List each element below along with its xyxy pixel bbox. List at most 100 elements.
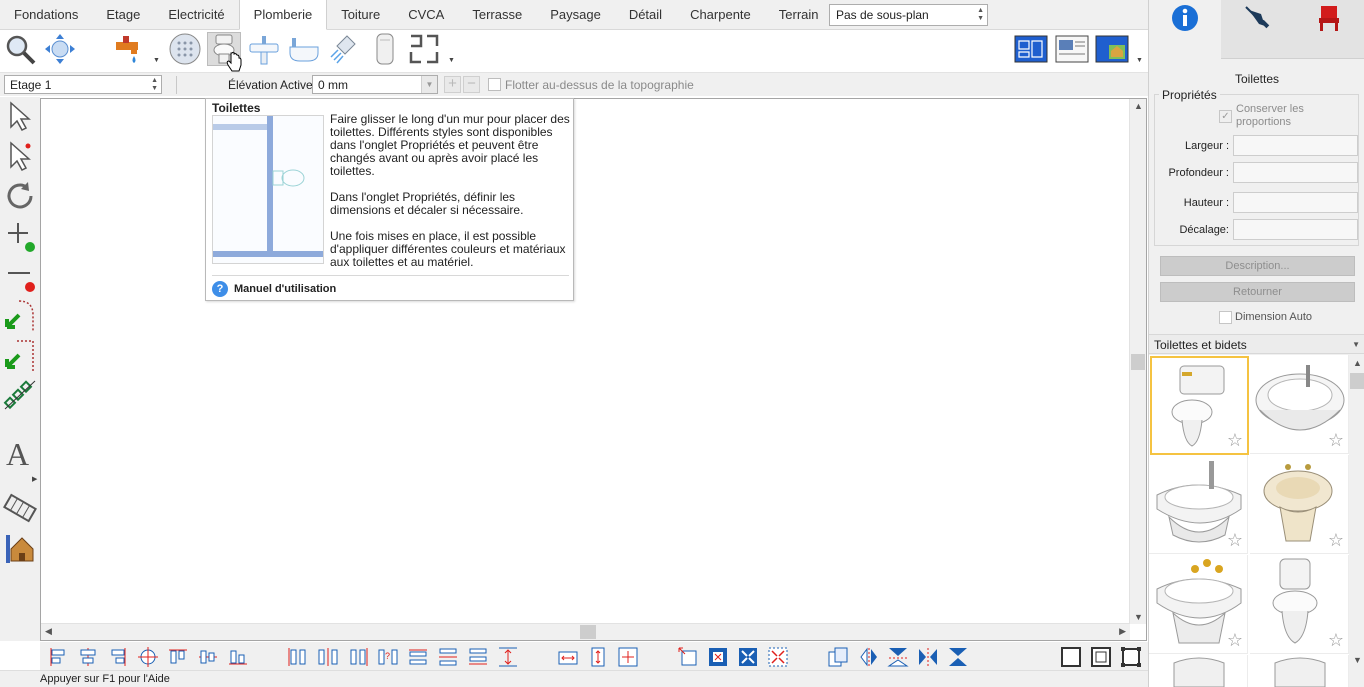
reflect-right-icon[interactable]: [917, 646, 939, 668]
view-floorplan-button[interactable]: [1014, 32, 1048, 66]
offset-field[interactable]: [1233, 219, 1358, 240]
scroll-down-icon[interactable]: ▼: [1134, 612, 1143, 622]
width-field[interactable]: [1233, 135, 1358, 156]
tab-plomberie[interactable]: Plomberie: [238, 0, 328, 30]
match-size-icon[interactable]: [617, 646, 639, 668]
fillet-tool-button[interactable]: [3, 299, 37, 333]
tab-materials[interactable]: [1221, 0, 1293, 59]
tab-electricite[interactable]: Electricité: [154, 0, 238, 29]
shrink-box-icon[interactable]: [767, 646, 789, 668]
scroll-right-icon[interactable]: ▶: [1119, 626, 1126, 637]
space-horizontal-icon[interactable]: ?: [377, 646, 399, 668]
faucet-tool-button[interactable]: [113, 32, 147, 66]
description-button[interactable]: Description...: [1160, 256, 1355, 276]
vertical-scroll-thumb[interactable]: [1131, 354, 1145, 370]
library-item-bidet-2[interactable]: ☆: [1149, 455, 1248, 554]
align-middle-icon[interactable]: [197, 646, 219, 668]
library-item-bidet-gold[interactable]: ☆: [1149, 555, 1248, 654]
auto-dimension-checkbox[interactable]: [1219, 311, 1232, 324]
tab-library[interactable]: [1293, 0, 1364, 59]
library-scroll-thumb[interactable]: [1350, 373, 1364, 389]
pan-tool-button[interactable]: [43, 32, 77, 66]
match-height-icon[interactable]: [587, 646, 609, 668]
library-item-partial-1[interactable]: [1149, 655, 1248, 687]
align-right-icon[interactable]: [107, 646, 129, 668]
frame-double-icon[interactable]: [1090, 646, 1112, 668]
floor-select[interactable]: Etage 1 ▲ ▼: [4, 75, 162, 94]
sub-plan-select[interactable]: Pas de sous-plan ▲ ▼: [829, 4, 988, 26]
view-layout-button[interactable]: [1055, 32, 1089, 66]
chamfer-tool-button[interactable]: [3, 339, 37, 373]
scroll-down-icon[interactable]: ▼: [1353, 655, 1362, 665]
tab-fondations[interactable]: Fondations: [0, 0, 92, 29]
tab-paysage[interactable]: Paysage: [536, 0, 615, 29]
zoom-tool-button[interactable]: [3, 32, 37, 66]
library-scrollbar[interactable]: ▲ ▼: [1349, 355, 1364, 687]
select-tool-button[interactable]: [3, 99, 37, 133]
favorite-star-icon[interactable]: ☆: [1328, 530, 1344, 551]
float-topography-checkbox[interactable]: [488, 78, 501, 91]
camera-tool-button[interactable]: [3, 491, 37, 525]
frame-corners-icon[interactable]: [1120, 646, 1142, 668]
library-item-toilet-2[interactable]: ☆: [1250, 555, 1349, 654]
copy-object-icon[interactable]: [827, 646, 849, 668]
drain-tool-button[interactable]: [168, 32, 202, 66]
distribute-center-icon[interactable]: [317, 646, 339, 668]
library-item-toilet-tank[interactable]: ☆: [1150, 356, 1249, 455]
rotate-tool-button[interactable]: [3, 179, 37, 213]
height-field[interactable]: [1233, 192, 1358, 213]
faucet-dropdown-icon[interactable]: ▼: [153, 57, 160, 64]
view-3d-button[interactable]: [1095, 32, 1129, 66]
reflect-top-icon[interactable]: [887, 646, 909, 668]
resize-icon[interactable]: [677, 646, 699, 668]
library-item-partial-2[interactable]: [1250, 655, 1349, 687]
add-point-tool-button[interactable]: [3, 219, 37, 253]
view-dropdown-icon[interactable]: ▼: [1136, 57, 1143, 64]
tab-terrain[interactable]: Terrain: [765, 0, 833, 29]
distribute-right-icon[interactable]: [347, 646, 369, 668]
select-special-tool-button[interactable]: [3, 139, 37, 173]
elevation-decrease-button[interactable]: −: [463, 76, 480, 93]
horizontal-scrollbar[interactable]: ◀ ▶: [41, 623, 1130, 640]
elevation-increase-button[interactable]: +: [444, 76, 461, 93]
align-top-icon[interactable]: [167, 646, 189, 668]
reflect-bottom-icon[interactable]: [947, 646, 969, 668]
library-item-bidet-beige[interactable]: ☆: [1250, 455, 1349, 554]
library-item-bidet-1[interactable]: ☆: [1250, 355, 1349, 454]
keep-proportions-checkbox[interactable]: ✓: [1219, 110, 1232, 123]
tab-detail[interactable]: Détail: [615, 0, 676, 29]
shower-tool-button[interactable]: [327, 32, 361, 66]
align-center-icon[interactable]: [77, 646, 99, 668]
user-manual-link[interactable]: ? Manuel d'utilisation: [212, 281, 336, 297]
align-bottom-icon[interactable]: [227, 646, 249, 668]
break-line-tool-button[interactable]: [3, 379, 37, 413]
distribute-middle-icon[interactable]: [437, 646, 459, 668]
distribute-bottom-icon[interactable]: [467, 646, 489, 668]
fit-box-icon[interactable]: [707, 646, 729, 668]
horizontal-scroll-thumb[interactable]: [580, 625, 596, 639]
text-tool-button[interactable]: A: [3, 435, 37, 469]
align-centers-icon[interactable]: [137, 646, 159, 668]
water-heater-tool-button[interactable]: [368, 32, 402, 66]
remove-point-tool-button[interactable]: [3, 259, 37, 293]
distribute-left-icon[interactable]: [287, 646, 309, 668]
library-category-select[interactable]: Toilettes et bidets ▼: [1149, 334, 1364, 354]
align-left-icon[interactable]: [47, 646, 69, 668]
tab-etage[interactable]: Etage: [92, 0, 154, 29]
favorite-star-icon[interactable]: ☆: [1227, 530, 1243, 551]
tab-toiture[interactable]: Toiture: [327, 0, 394, 29]
depth-field[interactable]: [1233, 162, 1358, 183]
bathtub-tool-button[interactable]: [287, 32, 321, 66]
favorite-star-icon[interactable]: ☆: [1227, 430, 1243, 451]
distribute-top-icon[interactable]: [407, 646, 429, 668]
tab-terrasse[interactable]: Terrasse: [458, 0, 536, 29]
pipes-tool-button[interactable]: [407, 32, 441, 66]
favorite-star-icon[interactable]: ☆: [1227, 630, 1243, 651]
favorite-star-icon[interactable]: ☆: [1328, 430, 1344, 451]
sink-tool-button[interactable]: [247, 32, 281, 66]
elevation-input[interactable]: 0 mm ▼: [312, 75, 438, 94]
vertical-scrollbar[interactable]: ▲ ▼: [1129, 99, 1146, 624]
reflect-left-icon[interactable]: [857, 646, 879, 668]
center-box-icon[interactable]: [737, 646, 759, 668]
favorite-star-icon[interactable]: ☆: [1328, 630, 1344, 651]
